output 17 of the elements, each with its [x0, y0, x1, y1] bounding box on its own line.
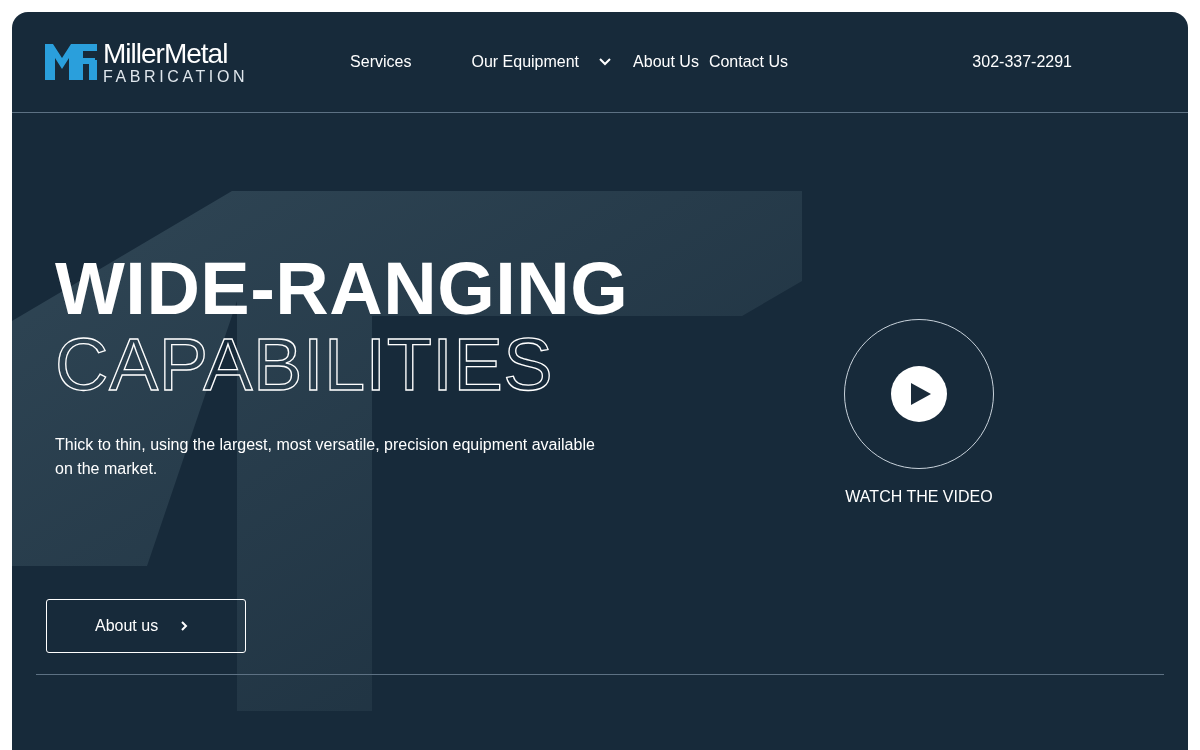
hero-title-outline: CAPABILITIES — [55, 327, 554, 403]
video-label: WATCH THE VIDEO — [845, 488, 993, 506]
logo-name: MillerMetal — [103, 39, 229, 68]
chevron-down-icon[interactable] — [598, 57, 613, 67]
hero-description: Thick to thin, using the largest, most versatile, precision equipment available on the market. — [55, 435, 596, 479]
nav-link[interactable]: Services — [350, 53, 412, 71]
nav-link[interactable]: Contact Us — [708, 53, 788, 71]
phone-link[interactable]: 302-337-2291 — [972, 53, 1072, 71]
chevron-right-icon — [180, 620, 189, 632]
logo-tagline: FABRICATION — [103, 68, 249, 85]
about-us-button[interactable]: About us — [46, 599, 246, 653]
nav-link[interactable]: About Us — [633, 53, 699, 71]
logo-icon — [45, 42, 99, 82]
play-icon — [911, 383, 931, 405]
hero-title: WIDE-RANGING — [55, 251, 629, 327]
nav-link[interactable]: Our Equipment — [471, 53, 580, 71]
logo[interactable]: MillerMetal FABRICATION — [45, 39, 249, 85]
